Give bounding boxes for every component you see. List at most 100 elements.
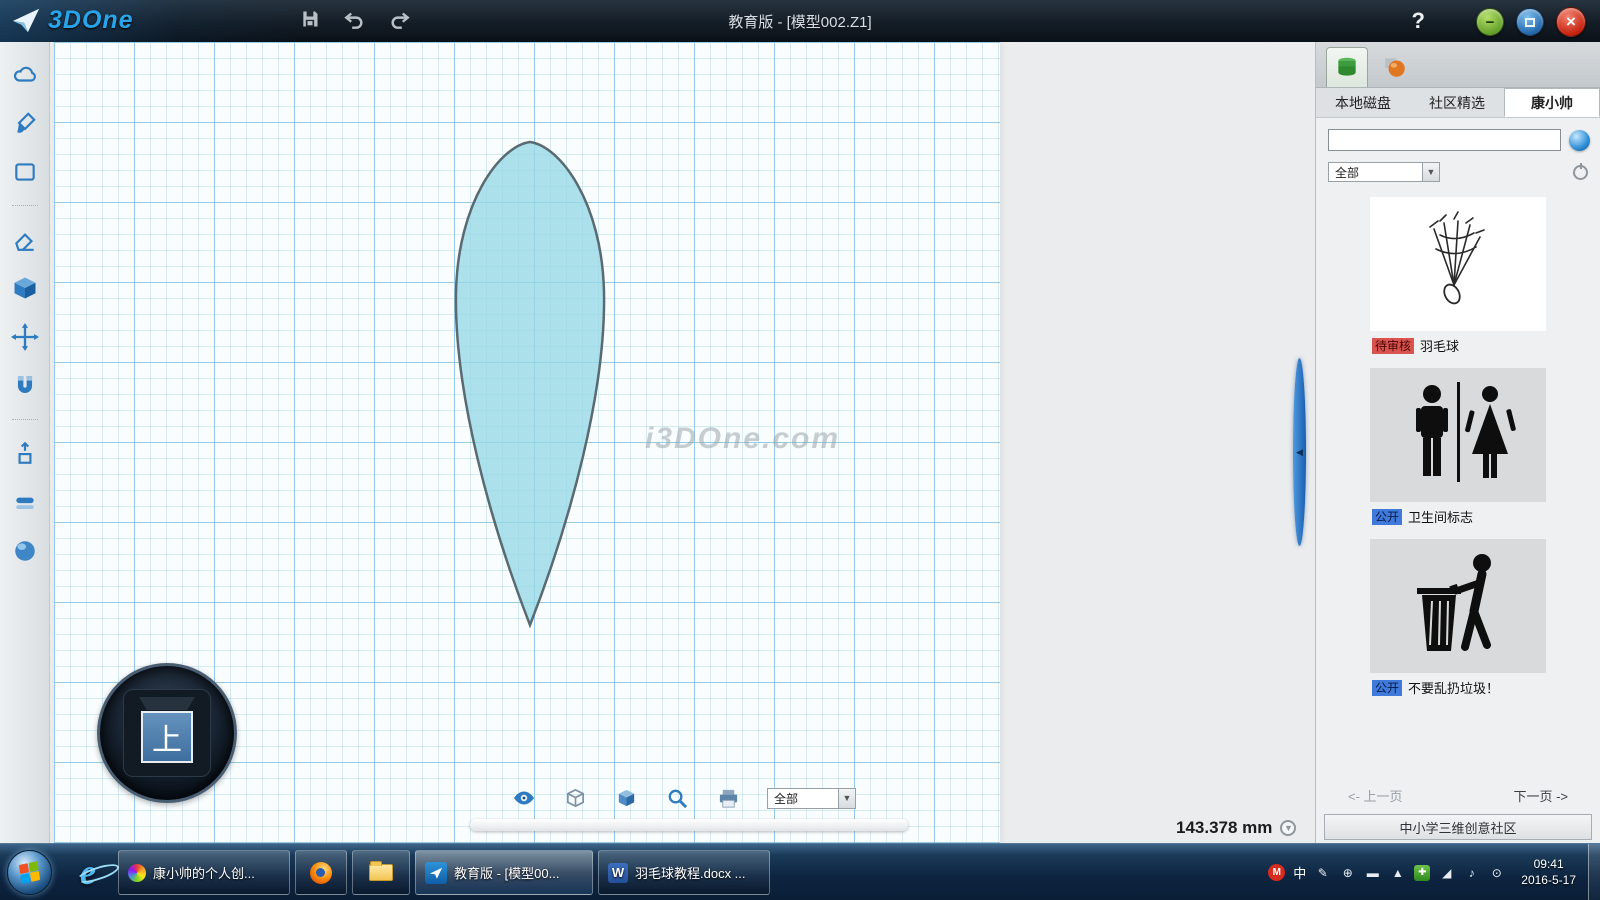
modeling-canvas[interactable]: i3DOne.com 上 全部 [50,42,1315,843]
community-site-button[interactable]: 中小学三维创意社区 [1324,814,1592,840]
next-page-link[interactable]: 下一页 -> [1513,786,1568,805]
refresh-icon[interactable] [1573,165,1588,180]
help-button[interactable]: ? [1412,0,1425,42]
view-cube-body: 上 [123,689,211,777]
pen-input-icon[interactable]: ✎ [1314,864,1331,881]
no-littering-sign-image [1370,539,1546,673]
clock-date: 2016-5-17 [1521,873,1576,889]
save-button[interactable] [300,9,320,34]
toolbar-separator [12,419,38,420]
internet-explorer-button[interactable]: e [68,852,108,892]
3done-app-icon [425,862,447,884]
magnet-tool-icon[interactable] [9,370,41,402]
search-icon[interactable] [1569,130,1590,151]
close-button[interactable]: × [1556,7,1586,37]
security-shield-icon[interactable]: ✚ [1414,865,1430,881]
shaded-cube-icon[interactable] [614,786,638,810]
models-library-tab[interactable] [1326,47,1368,87]
measurement-value: 143.378 mm [1176,818,1272,838]
cloud-library-tool-icon[interactable] [9,58,41,90]
taskbar-button-browser-window[interactable]: 康小帅的个人创... [118,850,290,895]
model-card-restroom[interactable]: 公开 卫生间标志 [1370,368,1546,526]
taskbar-button-label: 羽毛球教程.docx ... [635,863,746,882]
network-icon[interactable]: ◢ [1438,864,1455,881]
system-tray: M 中 ✎ ⊕ ▬ ▲ ✚ ◢ ♪ ⊙ 09:41 2016-5-17 [1268,850,1584,895]
taskbar-button-word[interactable]: W 羽毛球教程.docx ... [598,850,770,895]
panel-filter-select[interactable]: 全部 ▼ [1328,162,1440,182]
materials-library-tab[interactable] [1374,47,1416,87]
model-card-no-littering[interactable]: 公开 不要乱扔垃圾！ [1370,539,1546,697]
ime-badge-icon[interactable]: M [1268,864,1285,881]
tab-community-featured[interactable]: 社区精选 [1410,88,1504,117]
model-thumbnail [1370,368,1546,502]
app-logo: 3DOne [10,5,134,35]
print-icon[interactable] [716,786,740,810]
view-cube-front-face[interactable]: 上 [141,711,193,763]
hidden-icons-arrow[interactable]: ▲ [1389,864,1406,881]
canvas-slider-bar[interactable] [470,819,908,831]
sphere-tool-icon[interactable] [9,535,41,567]
taskbar-button-firefox[interactable] [295,850,347,895]
status-badge: 公开 [1372,509,1402,525]
power-tray-icon[interactable]: ⊙ [1488,864,1505,881]
prev-page-link[interactable]: <- 上一页 [1348,786,1403,805]
search-input[interactable] [1328,129,1561,151]
model-title: 不要乱扔垃圾！ [1408,678,1499,697]
windows-logo-icon [19,861,40,884]
primitive-cube-tool-icon[interactable] [9,272,41,304]
taskbar-button-label: 教育版 - [模型00... [454,863,559,882]
show-desktop-button[interactable] [1588,844,1600,900]
model-thumbnail [1370,539,1546,673]
canvas-filter-select[interactable]: 全部 ▼ [767,788,856,809]
visibility-eye-icon[interactable] [512,786,536,810]
chevron-left-icon: ◀ [1296,447,1303,458]
canvas-filter-value: 全部 [768,790,838,807]
taskbar-clock[interactable]: 09:41 2016-5-17 [1513,857,1584,888]
toolbar-separator [12,205,38,206]
brush-tool-icon[interactable] [9,107,41,139]
restroom-sign-image [1370,368,1546,502]
community-page-icon [128,864,146,882]
view-cube-top-face [139,697,195,710]
start-button[interactable] [7,850,52,895]
taskbar-button-explorer[interactable] [352,850,410,895]
taskbar-button-3done[interactable]: 教育版 - [模型00... [415,850,593,895]
language-indicator[interactable]: 中 [1293,863,1306,882]
shuttlecock-image [1370,197,1546,331]
chevron-down-icon: ▼ [1422,163,1439,181]
search-row [1316,118,1600,156]
model-title: 卫生间标志 [1408,507,1473,526]
keyboard-icon[interactable]: ▬ [1364,864,1381,881]
section-tool-icon[interactable] [9,486,41,518]
move-tool-icon[interactable] [9,321,41,353]
logo-text: 3DOne [48,6,134,35]
tab-my-account[interactable]: 康小帅 [1504,88,1600,117]
watermark: i3DOne.com [645,422,840,456]
eraser-tool-icon[interactable] [9,223,41,255]
database-icon [1334,55,1360,81]
model-card-shuttlecock[interactable]: 待审核 羽毛球 [1370,197,1546,355]
tab-local-disk[interactable]: 本地磁盘 [1316,88,1410,117]
units-menu-icon[interactable]: ▼ [1280,820,1296,836]
minimize-button[interactable]: − [1476,8,1504,36]
zoom-icon[interactable] [665,786,689,810]
status-badge: 公开 [1372,680,1402,696]
settings-tray-icon[interactable]: ⊕ [1339,864,1356,881]
taskbar-button-label: 康小帅的个人创... [153,863,255,882]
undo-button[interactable] [342,8,366,35]
app-window: 3DOne 教育版 - [模型002.Z1] ? − × [0,0,1600,900]
panel-filter-value: 全部 [1329,164,1422,181]
maximize-icon [1525,18,1535,27]
redo-button[interactable] [388,8,412,35]
wireframe-cube-icon[interactable] [563,786,587,810]
paper-plane-icon [10,5,42,35]
extrude-tool-icon[interactable] [9,437,41,469]
clock-time: 09:41 [1521,857,1576,873]
maximize-button[interactable] [1516,8,1544,36]
volume-icon[interactable]: ♪ [1463,864,1480,881]
left-toolbar [0,42,50,843]
view-cube[interactable]: 上 [97,663,237,803]
sketch-tool-icon[interactable] [9,156,41,188]
sketch-shape-teardrop[interactable] [430,122,630,642]
panel-collapse-handle[interactable]: ◀ [1293,358,1306,546]
